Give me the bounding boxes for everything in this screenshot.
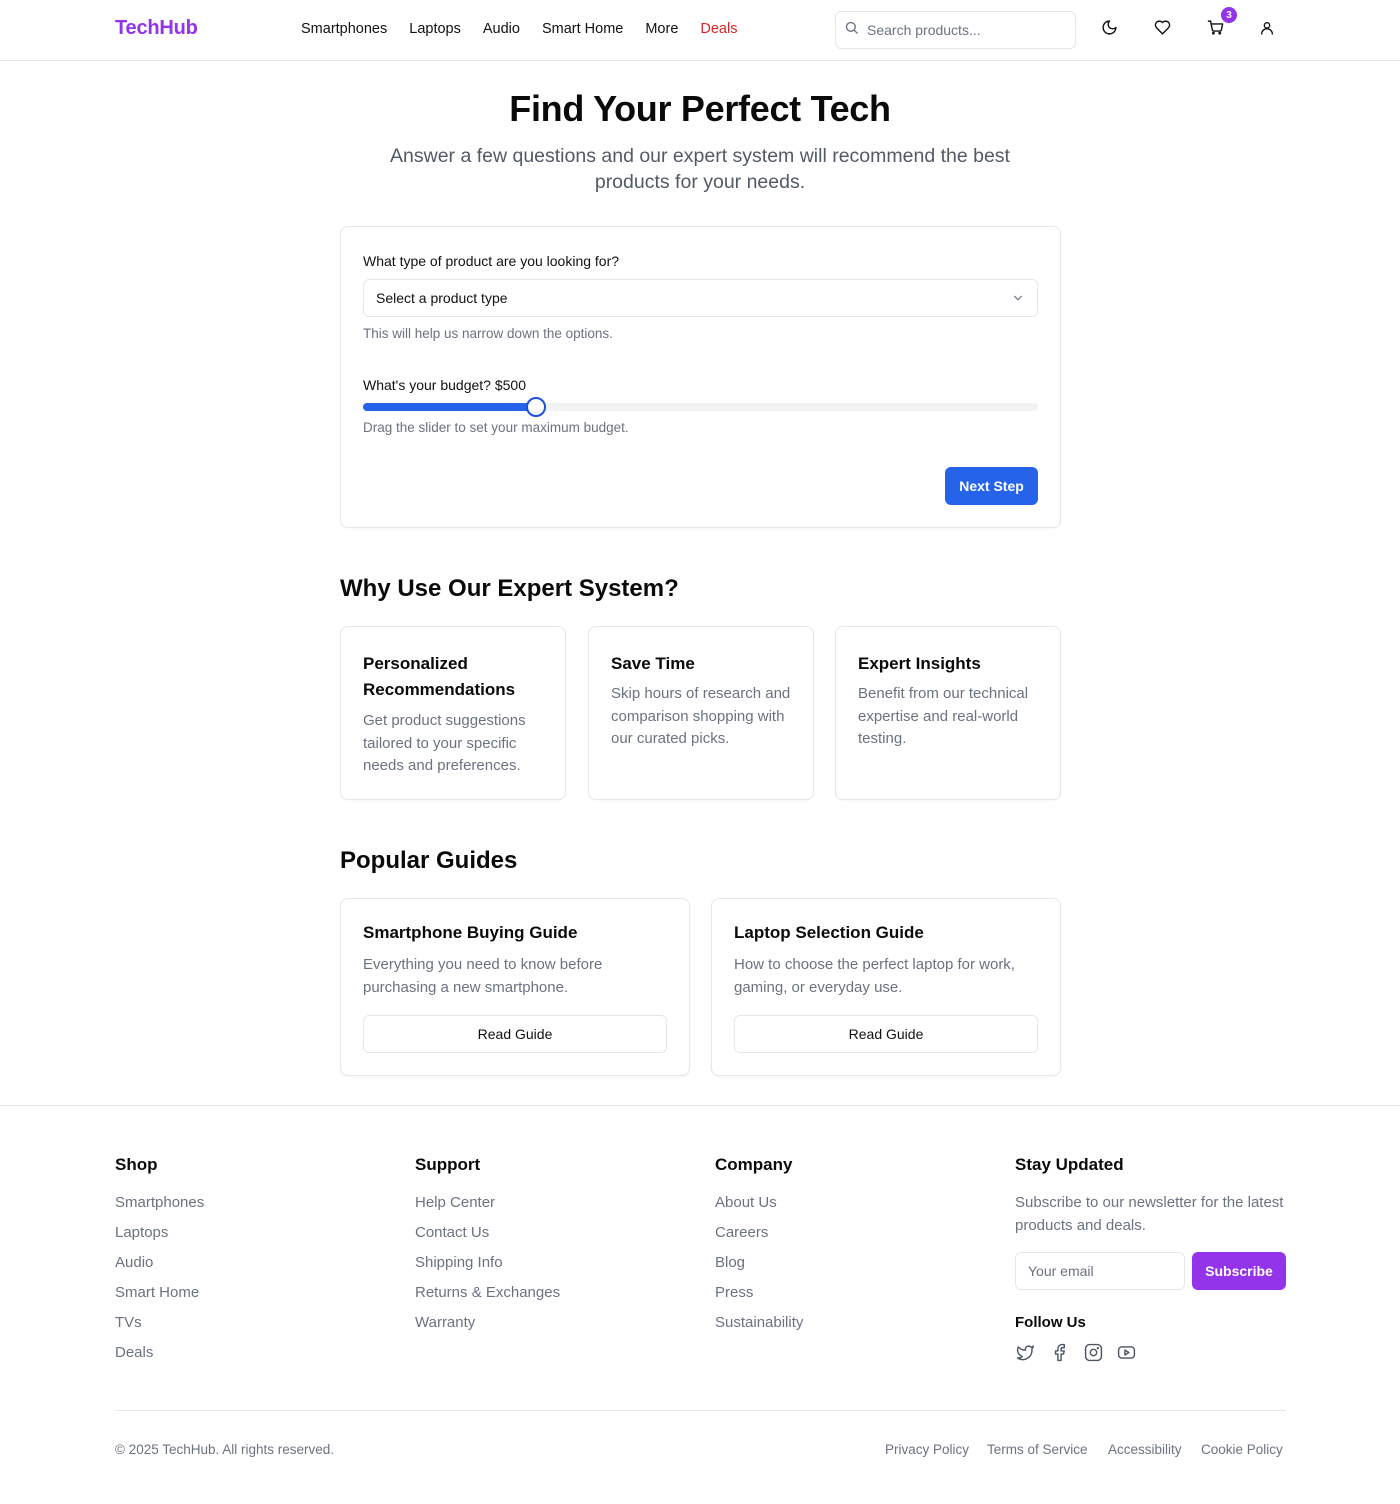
footer-link[interactable]: Shipping Info [415, 1254, 503, 1271]
facebook-icon[interactable] [1048, 1341, 1070, 1363]
cookie-policy-link[interactable]: Cookie Policy [1201, 1442, 1283, 1457]
feature-card: Save Time Skip hours of research and com… [588, 626, 814, 800]
feature-description: Get product suggestions tailored to your… [363, 712, 526, 774]
heart-icon [1154, 19, 1171, 41]
feature-title: Personalized Recommendations [363, 654, 516, 699]
read-guide-button[interactable]: Read Guide [734, 1015, 1038, 1053]
read-guide-button[interactable]: Read Guide [363, 1015, 667, 1053]
footer-link[interactable]: Smart Home [115, 1284, 199, 1301]
user-icon [1259, 20, 1275, 41]
footer-link[interactable]: Returns & Exchanges [415, 1284, 560, 1301]
nav-smart-home[interactable]: Smart Home [542, 21, 623, 37]
guide-card: Smartphone Buying Guide Everything you n… [340, 898, 690, 1076]
why-section-title: Why Use Our Expert System? [340, 575, 679, 602]
cart-button[interactable] [1204, 19, 1226, 41]
cart-icon [1207, 19, 1224, 41]
footer-link[interactable]: Smartphones [115, 1194, 204, 1211]
feature-title: Expert Insights [858, 654, 981, 673]
budget-help: Drag the slider to set your maximum budg… [363, 420, 629, 435]
footer-link[interactable]: Laptops [115, 1224, 168, 1241]
footer-link[interactable]: Press [715, 1284, 753, 1301]
wishlist-button[interactable] [1151, 19, 1173, 41]
twitter-icon[interactable] [1014, 1341, 1036, 1363]
footer-link[interactable]: Careers [715, 1224, 768, 1241]
accessibility-link[interactable]: Accessibility [1108, 1442, 1182, 1457]
guide-description: How to choose the perfect laptop for wor… [734, 956, 1015, 996]
footer-link[interactable]: Help Center [415, 1194, 495, 1211]
search-input[interactable] [867, 22, 1057, 38]
dark-mode-toggle[interactable] [1098, 19, 1120, 41]
footer-link[interactable]: Sustainability [715, 1314, 803, 1331]
newsletter-email-input[interactable] [1015, 1252, 1185, 1290]
product-type-label: What type of product are you looking for… [363, 253, 620, 269]
feature-title: Save Time [611, 654, 695, 673]
footer-link[interactable]: Audio [115, 1254, 153, 1271]
terms-of-service-link[interactable]: Terms of Service [987, 1442, 1088, 1457]
next-step-button[interactable]: Next Step [945, 467, 1038, 505]
nav-laptops[interactable]: Laptops [409, 21, 461, 37]
nav-audio[interactable]: Audio [483, 21, 520, 37]
search-icon [844, 20, 859, 40]
nav-more[interactable]: More [645, 21, 678, 37]
page-title: Find Your Perfect Tech [509, 88, 891, 129]
moon-icon [1101, 19, 1118, 41]
feature-description: Benefit from our technical expertise and… [858, 685, 1029, 747]
guides-section-title: Popular Guides [340, 847, 518, 874]
footer-support-title: Support [415, 1155, 481, 1174]
product-type-select[interactable]: Select a product type [363, 279, 1038, 317]
product-type-help: This will help us narrow down the option… [363, 326, 613, 341]
nav-smartphones[interactable]: Smartphones [301, 21, 387, 37]
guide-title: Smartphone Buying Guide [363, 923, 578, 942]
chevron-down-icon [1011, 291, 1025, 308]
follow-us-label: Follow Us [1015, 1314, 1086, 1331]
cart-count-badge: 3 [1221, 7, 1237, 23]
guide-card: Laptop Selection Guide How to choose the… [711, 898, 1061, 1076]
logo[interactable]: TechHub [115, 17, 198, 40]
budget-slider-track[interactable] [363, 403, 1038, 411]
account-button[interactable] [1256, 19, 1278, 41]
search-box [835, 11, 1076, 49]
guide-description: Everything you need to know before purch… [363, 956, 603, 996]
feature-card: Expert Insights Benefit from our technic… [835, 626, 1061, 800]
footer-link[interactable]: Deals [115, 1344, 153, 1361]
feature-description: Skip hours of research and comparison sh… [611, 685, 791, 747]
footer-company-title: Company [715, 1155, 793, 1174]
privacy-policy-link[interactable]: Privacy Policy [885, 1442, 969, 1457]
footer-link[interactable]: Warranty [415, 1314, 475, 1331]
newsletter-description: Subscribe to our newsletter for the late… [1015, 1194, 1284, 1234]
footer-link[interactable]: About Us [715, 1194, 777, 1211]
guide-title: Laptop Selection Guide [734, 923, 924, 942]
budget-slider-fill [363, 403, 537, 411]
feature-card: Personalized Recommendations Get product… [340, 626, 566, 800]
instagram-icon[interactable] [1082, 1341, 1104, 1363]
product-type-value: Select a product type [376, 290, 508, 306]
footer-link[interactable]: Contact Us [415, 1224, 489, 1241]
footer-link[interactable]: TVs [115, 1314, 142, 1331]
newsletter-title: Stay Updated [1015, 1155, 1124, 1174]
subscribe-button[interactable]: Subscribe [1192, 1252, 1286, 1290]
site-header: TechHub Smartphones Laptops Audio Smart … [0, 0, 1400, 61]
footer-divider [115, 1410, 1286, 1411]
footer-link[interactable]: Blog [715, 1254, 745, 1271]
main-nav: Smartphones Laptops Audio Smart Home Mor… [301, 21, 737, 37]
footer-shop-title: Shop [115, 1155, 158, 1174]
copyright: © 2025 TechHub. All rights reserved. [115, 1442, 335, 1457]
youtube-icon[interactable] [1115, 1341, 1137, 1363]
nav-deals[interactable]: Deals [700, 21, 737, 37]
budget-label: What's your budget? $500 [363, 377, 527, 393]
page-subtitle: Answer a few questions and our expert sy… [390, 145, 1010, 193]
